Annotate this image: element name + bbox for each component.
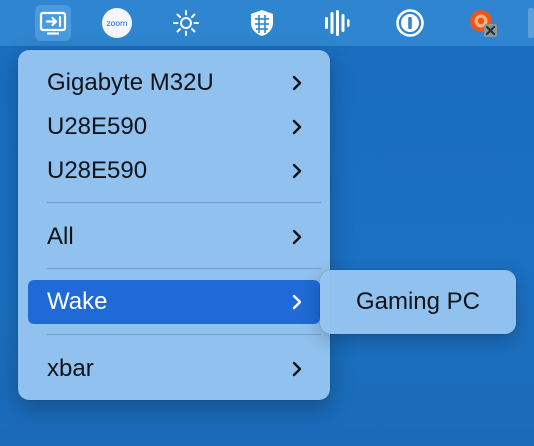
- chevron-right-icon: [292, 294, 302, 310]
- zoom-badge: zoom: [102, 8, 132, 38]
- submenu-item-gaming-pc[interactable]: Gaming PC: [328, 280, 508, 324]
- menu-item-label: xbar: [47, 355, 94, 382]
- menu-item-label: U28E590: [47, 157, 148, 184]
- menu-item-wake[interactable]: Wake: [28, 280, 320, 324]
- menu-separator: [47, 202, 321, 203]
- menu-separator: [47, 334, 321, 335]
- menu-item-label: U28E590: [47, 113, 148, 140]
- menu-item-u28e590-2[interactable]: U28E590: [28, 149, 320, 193]
- audio-levels-icon[interactable]: [318, 5, 354, 41]
- menu-separator: [47, 268, 321, 269]
- submenu-item-label: Gaming PC: [355, 288, 481, 315]
- menu-item-u28e590[interactable]: U28E590: [28, 105, 320, 149]
- wake-submenu: Gaming PC: [320, 270, 516, 334]
- chevron-right-icon: [292, 75, 302, 91]
- menu-bar: zoom: [0, 0, 534, 46]
- zoom-icon[interactable]: zoom: [99, 5, 135, 41]
- menu-item-xbar[interactable]: xbar: [28, 347, 320, 391]
- chevron-right-icon: [292, 163, 302, 179]
- menu-item-all[interactable]: All: [28, 215, 320, 259]
- menu-item-label: Gigabyte M32U: [47, 69, 214, 96]
- chevron-right-icon: [292, 119, 302, 135]
- shield-icon[interactable]: [244, 5, 280, 41]
- chevron-right-icon: [292, 229, 302, 245]
- dropdown-menu: Gigabyte M32U U28E590 U28E590 All Wake x…: [18, 50, 330, 400]
- menu-item-label: All: [47, 223, 74, 250]
- menu-item-label: Wake: [47, 288, 108, 315]
- display-switch-icon[interactable]: [35, 5, 71, 41]
- menubar-edge-item: [528, 8, 534, 38]
- brightness-icon[interactable]: [168, 5, 204, 41]
- chevron-right-icon: [292, 361, 302, 377]
- vpn-disconnected-icon[interactable]: [465, 5, 501, 41]
- menu-item-gigabyte-m32u[interactable]: Gigabyte M32U: [28, 61, 320, 105]
- 1password-icon[interactable]: [392, 5, 428, 41]
